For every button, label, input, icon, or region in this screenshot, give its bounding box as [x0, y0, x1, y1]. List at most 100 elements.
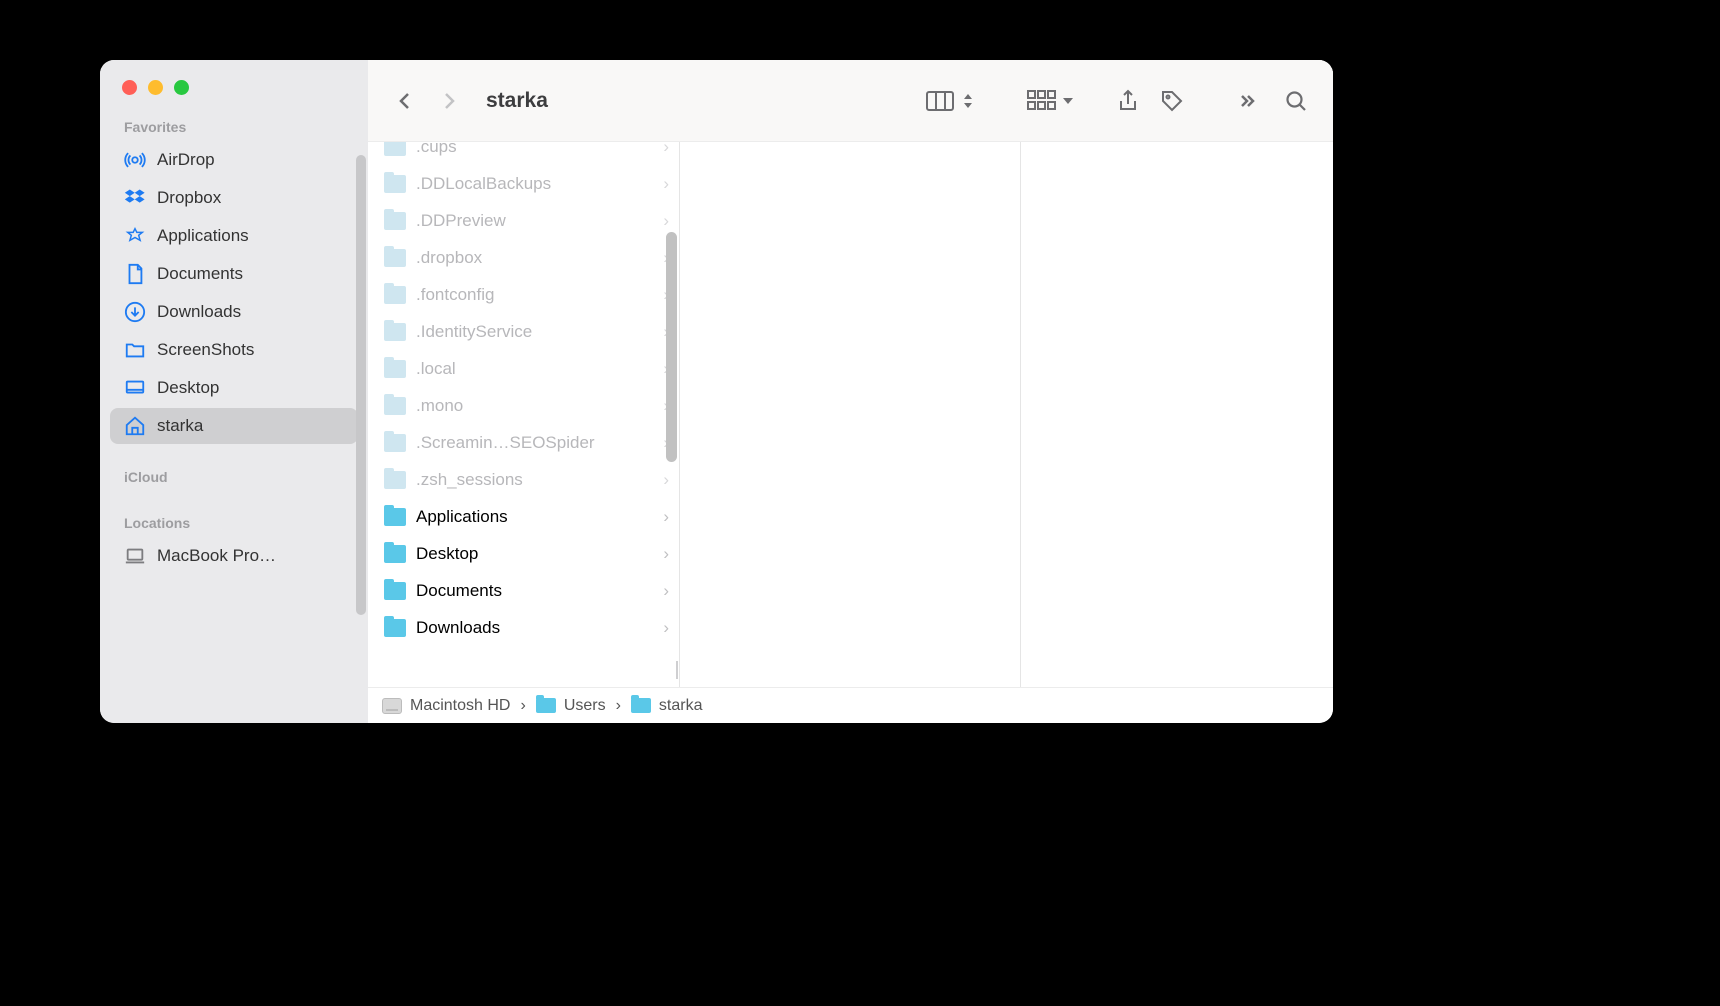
path-crumb-current[interactable]: starka — [631, 697, 703, 715]
share-button[interactable] — [1109, 81, 1147, 121]
laptop-icon — [124, 545, 146, 567]
sidebar-section-locations: Locations — [100, 515, 368, 531]
file-name: .DDLocalBackups — [416, 174, 653, 194]
forward-button[interactable] — [430, 81, 468, 121]
sidebar-item-dropbox[interactable]: Dropbox — [110, 180, 358, 216]
folder-icon — [536, 698, 556, 713]
folder-icon — [384, 286, 406, 304]
sidebar-item-label: MacBook Pro… — [157, 546, 276, 566]
file-row[interactable]: .IdentityService› — [368, 313, 679, 350]
folder-icon — [384, 212, 406, 230]
sidebar-item-macbook[interactable]: MacBook Pro… — [110, 538, 358, 574]
sidebar-item-label: Desktop — [157, 378, 219, 398]
file-row[interactable]: Applications› — [368, 498, 679, 535]
path-crumb-root[interactable]: Macintosh HD — [382, 697, 510, 715]
applications-icon — [124, 225, 146, 247]
sidebar-scrollbar[interactable] — [356, 155, 366, 615]
window-title: starka — [486, 89, 548, 113]
file-name: .DDPreview — [416, 211, 653, 231]
airdrop-icon — [124, 149, 146, 171]
sidebar: Favorites AirDrop Dropbox Applications D… — [100, 60, 368, 723]
home-icon — [124, 415, 146, 437]
file-row[interactable]: .cups › — [368, 142, 679, 165]
view-mode-button[interactable] — [925, 89, 975, 113]
desktop-icon — [124, 377, 146, 399]
sidebar-item-applications[interactable]: Applications — [110, 218, 358, 254]
column-view: .cups › .DDLocalBackups › .DDPreview › .dropbo… — [368, 142, 1333, 687]
file-name: .mono — [416, 396, 653, 416]
file-name: .Screamin…SEOSpider — [416, 433, 653, 453]
file-row[interactable]: .mono› — [368, 387, 679, 424]
close-window-button[interactable] — [122, 80, 137, 95]
file-name: .zsh_sessions — [416, 470, 653, 490]
sidebar-item-downloads[interactable]: Downloads — [110, 294, 358, 330]
sidebar-item-documents[interactable]: Documents — [110, 256, 358, 292]
file-name: .IdentityService — [416, 322, 653, 342]
path-bar: Macintosh HD › Users › starka — [368, 687, 1333, 723]
more-toolbar-button[interactable] — [1233, 81, 1271, 121]
column-resize-handle[interactable] — [669, 661, 680, 679]
chevron-right-icon: › — [663, 507, 669, 527]
sidebar-item-label: AirDrop — [157, 150, 215, 170]
chevron-right-icon: › — [520, 697, 525, 715]
back-button[interactable] — [386, 81, 424, 121]
file-row[interactable]: Desktop› — [368, 535, 679, 572]
chevron-right-icon: › — [663, 174, 669, 194]
chevron-right-icon: › — [663, 581, 669, 601]
chevron-right-icon: › — [663, 618, 669, 638]
sidebar-item-label: ScreenShots — [157, 340, 254, 360]
column-2[interactable] — [680, 142, 1021, 687]
sidebar-item-label: Documents — [157, 264, 243, 284]
folder-icon — [384, 545, 406, 563]
sidebar-section-favorites: Favorites — [100, 119, 368, 135]
folder-icon — [384, 508, 406, 526]
folder-icon — [384, 397, 406, 415]
sidebar-item-screenshots[interactable]: ScreenShots — [110, 332, 358, 368]
file-row[interactable]: .dropbox› — [368, 239, 679, 276]
chevron-right-icon: › — [663, 544, 669, 564]
chevron-right-icon: › — [663, 142, 669, 157]
sidebar-item-airdrop[interactable]: AirDrop — [110, 142, 358, 178]
folder-icon — [631, 698, 651, 713]
folder-icon — [384, 323, 406, 341]
document-icon — [124, 263, 146, 285]
file-name: .cups — [416, 142, 653, 157]
downloads-icon — [124, 301, 146, 323]
finder-window: Favorites AirDrop Dropbox Applications D… — [100, 60, 1333, 723]
sidebar-section-icloud: iCloud — [100, 469, 368, 485]
file-row[interactable]: Downloads › — [368, 609, 679, 646]
sidebar-item-label: Applications — [157, 226, 249, 246]
file-row[interactable]: Documents› — [368, 572, 679, 609]
tags-button[interactable] — [1153, 81, 1191, 121]
zoom-window-button[interactable] — [174, 80, 189, 95]
group-button[interactable] — [1027, 90, 1075, 112]
folder-icon — [384, 471, 406, 489]
column-1[interactable]: .cups › .DDLocalBackups › .DDPreview › .dropbo… — [368, 142, 680, 687]
chevron-right-icon: › — [616, 697, 621, 715]
path-crumb-label: starka — [659, 697, 703, 715]
file-row[interactable]: .DDLocalBackups › — [368, 165, 679, 202]
file-row[interactable]: .Screamin…SEOSpider› — [368, 424, 679, 461]
folder-icon — [384, 360, 406, 378]
file-row[interactable]: .DDPreview › — [368, 202, 679, 239]
file-row[interactable]: .local› — [368, 350, 679, 387]
sidebar-item-desktop[interactable]: Desktop — [110, 370, 358, 406]
file-name: Downloads — [416, 618, 653, 638]
sidebar-item-home[interactable]: starka — [110, 408, 358, 444]
file-row[interactable]: .zsh_sessions › — [368, 461, 679, 498]
file-name: .dropbox — [416, 248, 653, 268]
chevron-right-icon: › — [663, 470, 669, 490]
column-scrollbar[interactable] — [666, 232, 677, 462]
folder-icon — [124, 339, 146, 361]
toolbar: starka — [368, 60, 1333, 142]
minimize-window-button[interactable] — [148, 80, 163, 95]
main-area: starka .cups › .DDLocalBackups › .DDPreview ›… — [368, 60, 1333, 723]
file-row[interactable]: .fontconfig› — [368, 276, 679, 313]
dropbox-icon — [124, 187, 146, 209]
path-crumb-label: Users — [564, 697, 606, 715]
path-crumb-users[interactable]: Users — [536, 697, 606, 715]
file-name: .fontconfig — [416, 285, 653, 305]
chevron-right-icon: › — [663, 211, 669, 231]
harddrive-icon — [382, 698, 402, 714]
search-button[interactable] — [1277, 81, 1315, 121]
